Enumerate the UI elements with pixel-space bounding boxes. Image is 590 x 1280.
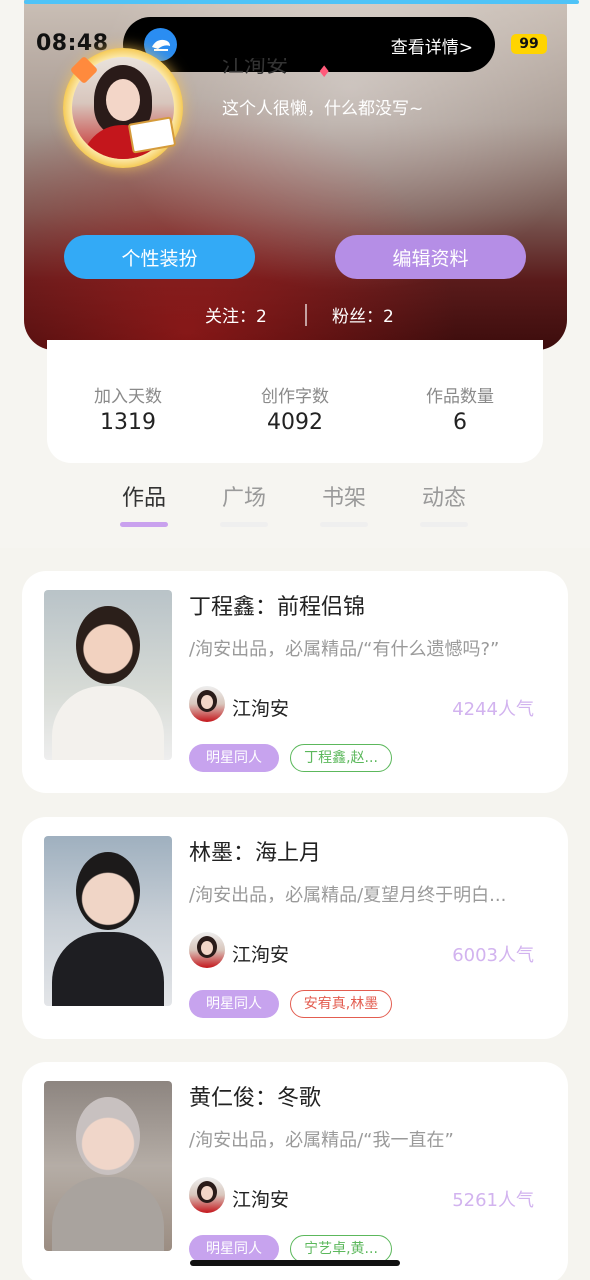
tab-indicator xyxy=(220,522,268,527)
genre-tag[interactable]: 明星同人 xyxy=(189,990,279,1018)
tab-indicator xyxy=(120,522,168,527)
gender-icon: ♦ xyxy=(317,62,332,81)
work-cover-image[interactable] xyxy=(44,836,172,1006)
cp-tag[interactable]: 宁艺卓,黄... xyxy=(290,1235,392,1263)
stat-value: 6 xyxy=(453,410,467,435)
tab-plaza[interactable]: 广场 xyxy=(209,480,279,527)
stat-word-count: 创作字数 4092 xyxy=(230,382,360,435)
profile-bio: 这个人很懒，什么都没写~ xyxy=(222,99,424,119)
popularity-count: 5261人气 xyxy=(452,1190,534,1211)
fans-count[interactable]: 粉丝：2 xyxy=(332,302,394,327)
stat-value: 1319 xyxy=(100,410,156,435)
stat-value: 4092 xyxy=(267,410,323,435)
tab-indicator xyxy=(420,522,468,527)
work-description: /洵安出品，必属精品/“我一直在” xyxy=(189,1130,454,1151)
work-description: /洵安出品，必属精品/“有什么遗憾吗?” xyxy=(189,639,500,660)
cp-tag[interactable]: 丁程鑫,赵... xyxy=(290,744,392,772)
tab-works[interactable]: 作品 xyxy=(109,480,179,527)
work-title[interactable]: 林墨：海上月 xyxy=(189,835,321,867)
work-card[interactable]: 林墨：海上月 /洵安出品，必属精品/夏望月终于明白... 江洵安 6003人气 … xyxy=(22,817,568,1039)
author-name: 江洵安 xyxy=(232,1189,290,1211)
follow-count[interactable]: 关注：2 xyxy=(205,302,267,327)
author-avatar xyxy=(189,932,225,968)
tab-label: 动态 xyxy=(421,486,466,511)
work-title[interactable]: 丁程鑫：前程侣锦 xyxy=(189,589,365,621)
view-details-link[interactable]: 查看详情> xyxy=(391,33,473,58)
follow-stats: 关注：2 粉丝：2 xyxy=(0,302,590,327)
author-avatar xyxy=(189,1177,225,1213)
stat-label: 加入天数 xyxy=(94,387,162,407)
battery-indicator: 99 xyxy=(511,34,547,54)
popularity-count: 4244人气 xyxy=(452,699,534,720)
profile-name: 江洵安 xyxy=(222,58,289,78)
top-progress-line xyxy=(24,0,579,4)
home-indicator[interactable] xyxy=(190,1260,400,1266)
tab-bookshelf[interactable]: 书架 xyxy=(309,480,379,527)
work-description: /洵安出品，必属精品/夏望月终于明白... xyxy=(189,885,507,906)
genre-tag[interactable]: 明星同人 xyxy=(189,1235,279,1263)
work-card[interactable]: 黄仁俊：冬歌 /洵安出品，必属精品/“我一直在” 江洵安 5261人气 明星同人… xyxy=(22,1062,568,1280)
follow-divider xyxy=(305,304,307,326)
popularity-count: 6003人气 xyxy=(452,945,534,966)
work-title[interactable]: 黄仁俊：冬歌 xyxy=(189,1080,321,1112)
tab-label: 作品 xyxy=(121,486,166,511)
work-cover-image[interactable] xyxy=(44,1081,172,1251)
edit-profile-button[interactable]: 编辑资料 xyxy=(335,235,526,279)
tab-activity[interactable]: 动态 xyxy=(409,480,479,527)
genre-tag[interactable]: 明星同人 xyxy=(189,744,279,772)
dynamic-island[interactable]: 查看详情> xyxy=(123,17,495,72)
author-name: 江洵安 xyxy=(232,698,290,720)
work-card[interactable]: 丁程鑫：前程侣锦 /洵安出品，必属精品/“有什么遗憾吗?” 江洵安 4244人气… xyxy=(22,571,568,793)
tab-label: 书架 xyxy=(321,486,366,511)
tab-label: 广场 xyxy=(221,486,266,511)
work-cover-image[interactable] xyxy=(44,590,172,760)
stats-card: 加入天数 1319 创作字数 4092 作品数量 6 xyxy=(47,340,543,463)
author-name: 江洵安 xyxy=(232,944,290,966)
cp-tag[interactable]: 安宥真,林墨 xyxy=(290,990,392,1018)
author-avatar xyxy=(189,686,225,722)
stat-work-count: 作品数量 6 xyxy=(395,382,525,435)
stat-label: 作品数量 xyxy=(426,387,494,407)
stat-label: 创作字数 xyxy=(261,387,329,407)
decorate-button[interactable]: 个性装扮 xyxy=(64,235,255,279)
tab-bar: 作品 广场 书架 动态 xyxy=(0,480,590,540)
tab-indicator xyxy=(320,522,368,527)
stat-join-days: 加入天数 1319 xyxy=(63,382,193,435)
